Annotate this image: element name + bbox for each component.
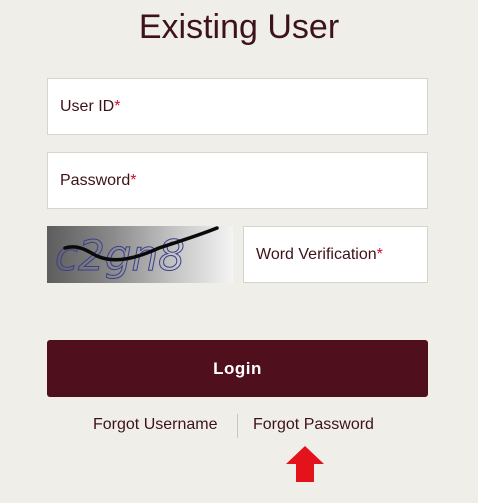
login-button[interactable]: Login	[47, 340, 428, 397]
user-id-field[interactable]: User ID*	[47, 78, 428, 135]
forgot-username-link[interactable]: Forgot Username	[93, 416, 218, 434]
password-field[interactable]: Password*	[47, 152, 428, 209]
word-verification-field[interactable]: Word Verification*	[243, 226, 428, 283]
captcha-text: c2gn8	[55, 231, 185, 280]
password-input[interactable]	[48, 153, 427, 208]
forgot-password-link[interactable]: Forgot Password	[253, 416, 374, 434]
word-verification-input[interactable]	[244, 227, 427, 282]
account-recovery-links: Forgot Username Forgot Password	[0, 414, 478, 438]
captcha-image: c2gn8	[47, 226, 233, 283]
page-title: Existing User	[138, 8, 340, 46]
user-id-input[interactable]	[48, 79, 427, 134]
captcha-graphic: c2gn8	[55, 226, 219, 281]
arrow-up-icon	[286, 446, 324, 482]
link-divider	[237, 414, 238, 438]
